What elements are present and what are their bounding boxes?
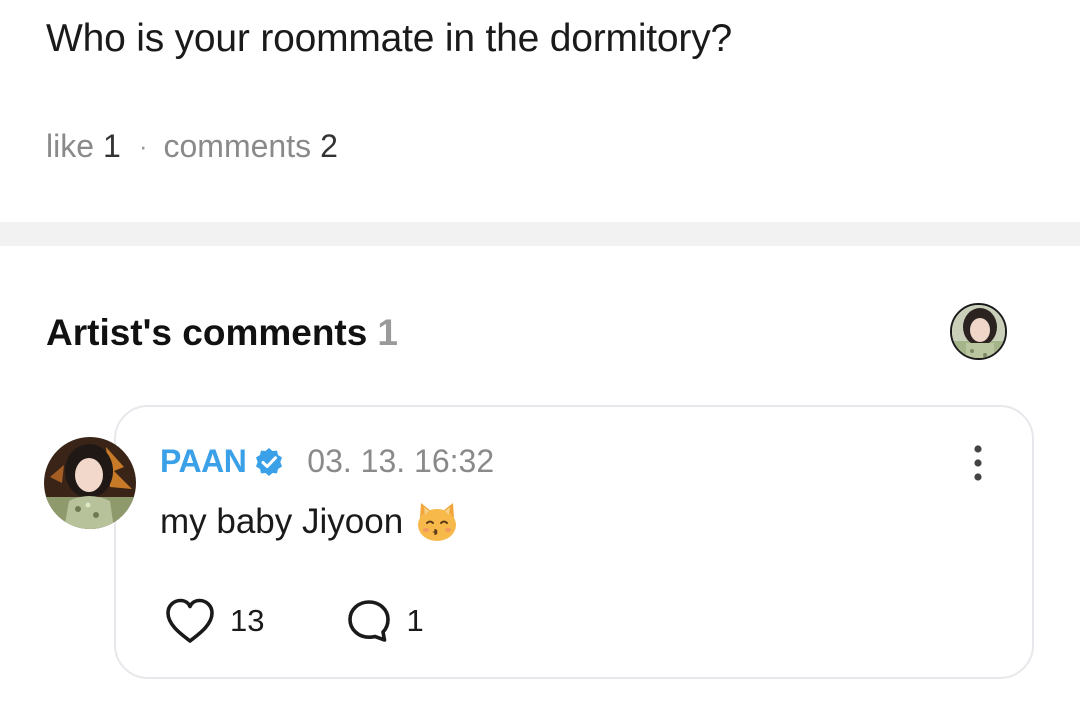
like-label[interactable]: like (46, 124, 94, 168)
artist-comments-count: 1 (377, 312, 398, 353)
comment-text: my baby Jiyoon (160, 502, 404, 541)
like-count: 1 (103, 128, 121, 164)
more-options-icon[interactable] (968, 443, 988, 483)
artist-filter-avatar[interactable] (950, 303, 1007, 360)
artist-comment-card: PAAN 03. 13. 16:32 my baby Jiyoon 13 1 (114, 405, 1034, 679)
artist-comments-title: Artist's comments (46, 312, 368, 353)
post-detail-page: Who is your roommate in the dormitory? l… (0, 0, 1080, 701)
artist-avatar-image (952, 305, 1005, 358)
comment-author-name[interactable]: PAAN (160, 443, 247, 480)
comment-author-avatar[interactable] (44, 437, 136, 529)
comment-body: my baby Jiyoon (160, 499, 459, 545)
comments-label[interactable]: comments (163, 124, 311, 168)
kissing-cat-emoji-icon (415, 500, 459, 544)
artist-comments-heading: Artist's comments 1 (46, 310, 398, 356)
like-button[interactable]: 13 (164, 597, 264, 645)
post-stats: like 1 · comments 2 (46, 124, 338, 168)
section-divider (0, 222, 1080, 246)
heart-icon (164, 597, 216, 645)
reply-count-label: 1 (406, 603, 424, 638)
post-title: Who is your roommate in the dormitory? (46, 17, 732, 60)
comments-count: 2 (320, 128, 338, 164)
comment-timestamp: 03. 13. 16:32 (307, 443, 495, 479)
speech-bubble-icon (346, 598, 392, 644)
comment-author-row: PAAN 03. 13. 16:32 (160, 443, 494, 480)
reply-button[interactable]: 1 (346, 598, 424, 644)
like-count-label: 13 (230, 603, 265, 638)
artist-profile-image (44, 437, 136, 529)
comment-actions: 13 1 (164, 597, 424, 645)
verified-check-icon (253, 446, 285, 478)
stats-separator: · (138, 131, 148, 161)
